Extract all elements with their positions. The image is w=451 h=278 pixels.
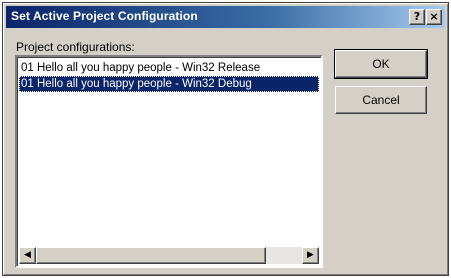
close-icon: × (429, 10, 439, 23)
cancel-button[interactable]: Cancel (335, 86, 427, 114)
question-mark-icon: ? (413, 10, 421, 23)
horizontal-scrollbar[interactable]: ◀ ▶ (19, 247, 319, 264)
project-configurations-listbox[interactable]: 01 Hello all you happy people - Win32 Re… (15, 55, 323, 268)
dialog-title: Set Active Project Configuration (11, 9, 198, 23)
set-active-project-configuration-dialog: Set Active Project Configuration ? × Pro… (2, 2, 449, 276)
list-item-win32-debug[interactable]: 01 Hello all you happy people - Win32 De… (19, 76, 319, 92)
close-button[interactable]: × (426, 9, 442, 25)
title-bar[interactable]: Set Active Project Configuration ? × (6, 6, 445, 28)
scroll-right-button[interactable]: ▶ (302, 247, 319, 264)
triangle-right-icon: ▶ (307, 250, 314, 260)
scroll-left-button[interactable]: ◀ (19, 247, 36, 264)
help-button[interactable]: ? (409, 9, 425, 25)
project-configurations-label: Project configurations: (16, 40, 135, 54)
scrollbar-thumb[interactable] (36, 247, 266, 264)
triangle-left-icon: ◀ (24, 250, 31, 260)
ok-button[interactable]: OK (334, 49, 428, 79)
list-item-win32-release[interactable]: 01 Hello all you happy people - Win32 Re… (19, 60, 319, 76)
